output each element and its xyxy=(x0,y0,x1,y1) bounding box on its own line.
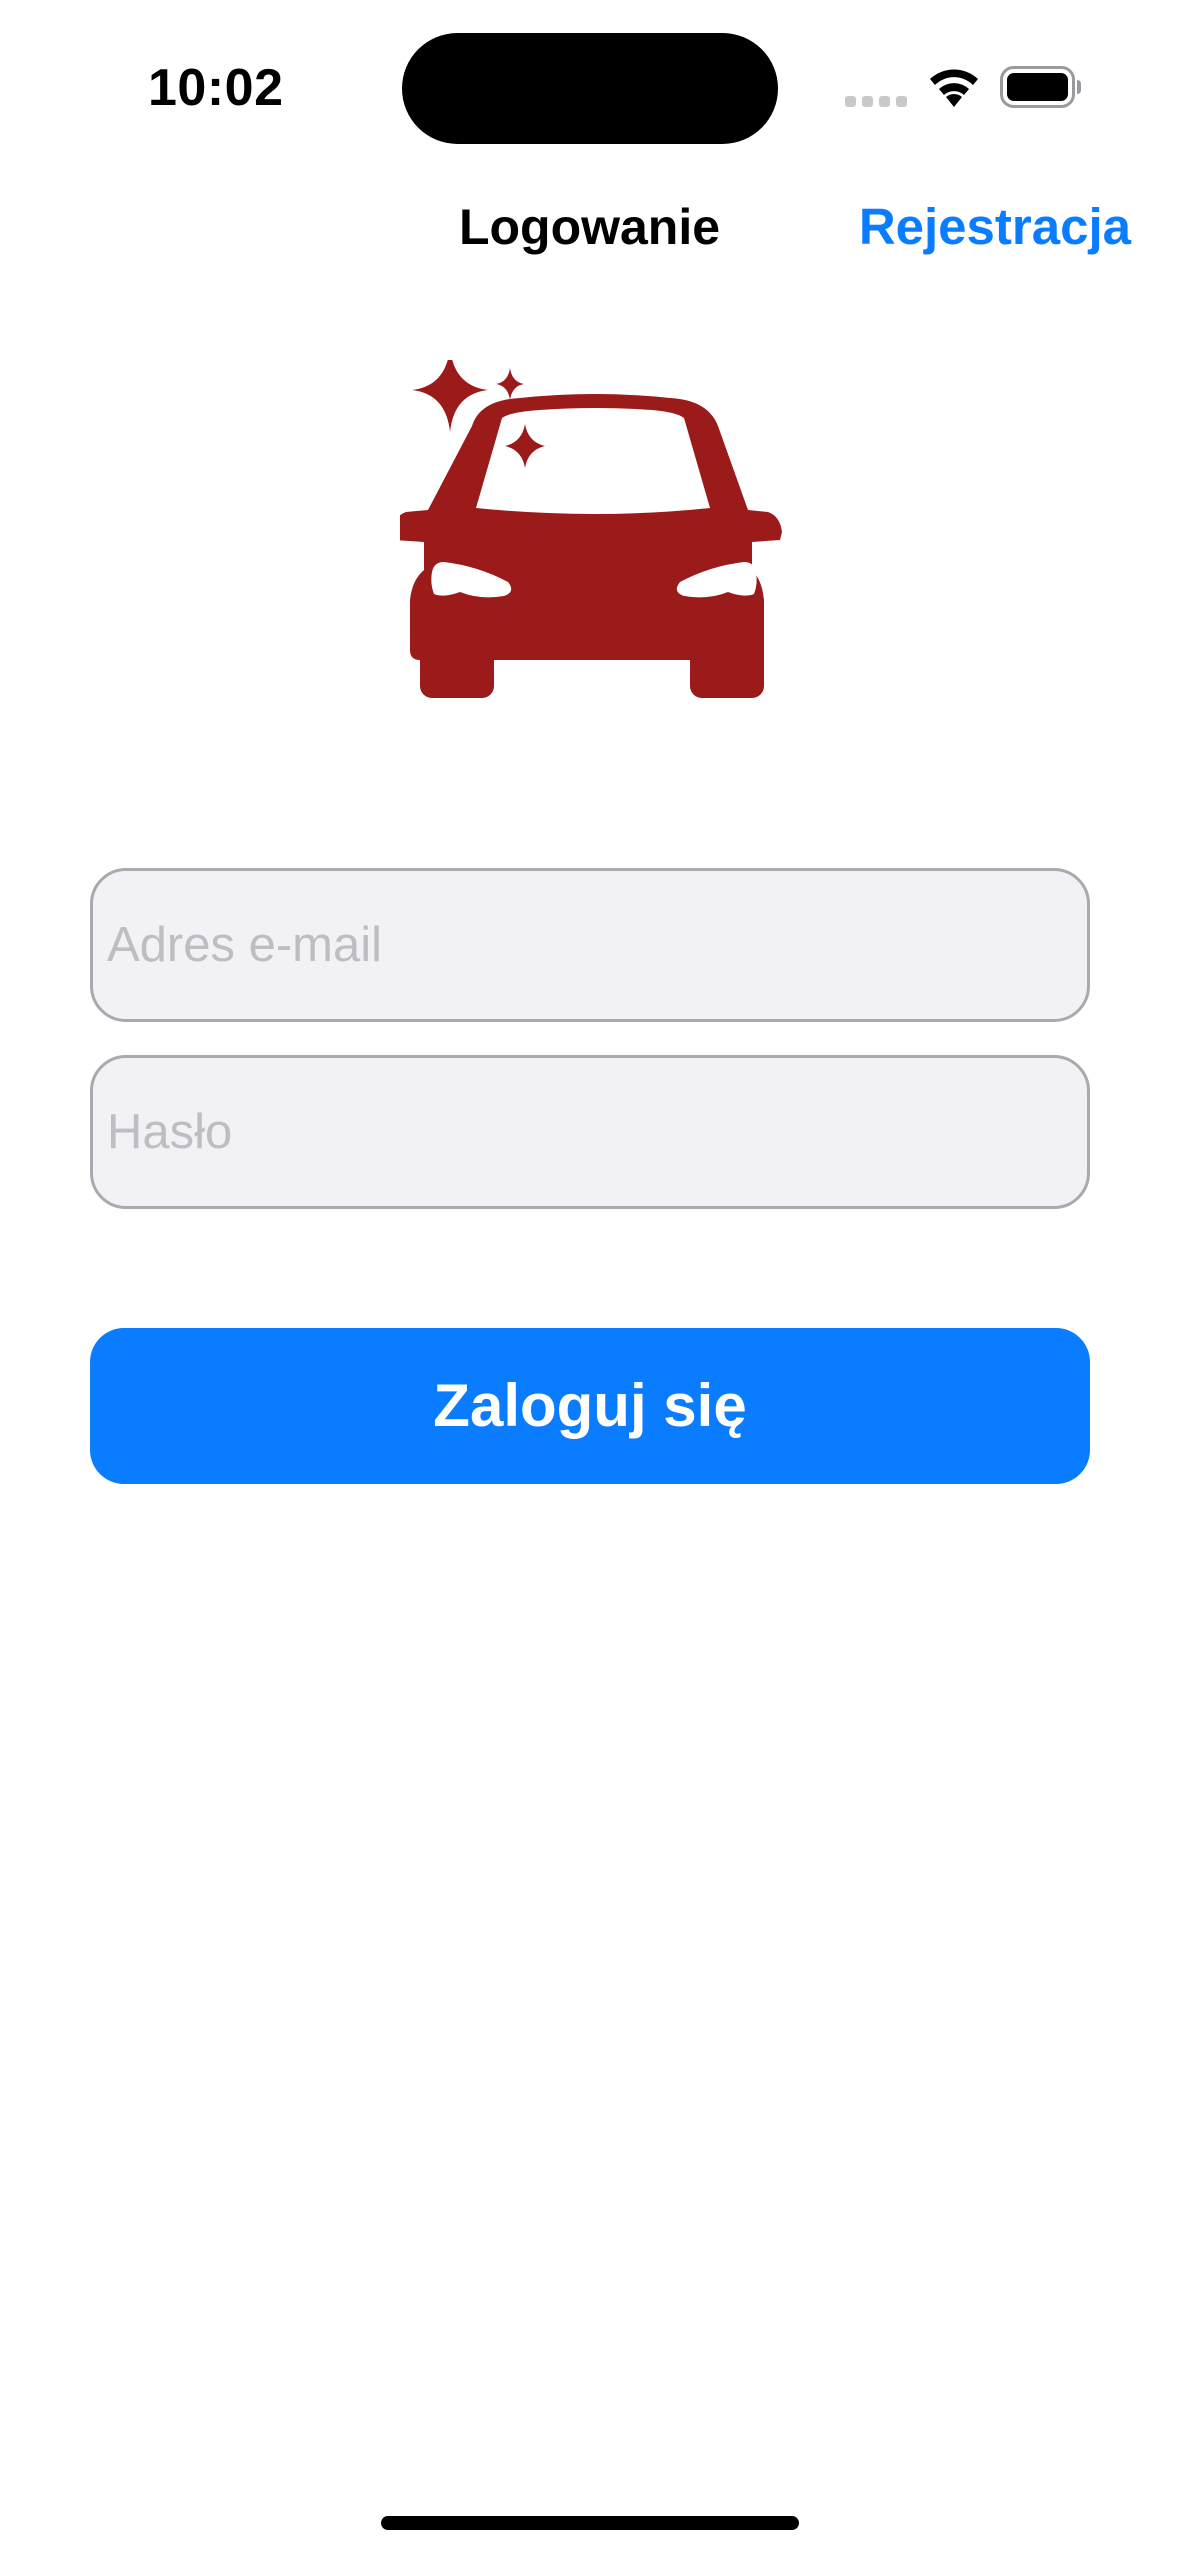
login-button[interactable]: Zaloguj się xyxy=(90,1328,1090,1484)
dynamic-island xyxy=(402,33,778,144)
battery-icon xyxy=(1000,66,1081,108)
password-input[interactable] xyxy=(93,1058,1087,1206)
home-indicator[interactable] xyxy=(381,2516,799,2530)
status-icons xyxy=(840,62,1090,114)
email-input[interactable] xyxy=(93,871,1087,1019)
cellular-signal-icon xyxy=(845,96,907,108)
wifi-icon xyxy=(930,69,978,107)
car-sparkle-icon xyxy=(400,360,782,698)
password-field[interactable] xyxy=(90,1055,1090,1209)
status-time: 10:02 xyxy=(148,59,284,117)
email-field[interactable] xyxy=(90,868,1090,1022)
register-button[interactable]: Rejestracja xyxy=(859,196,1131,258)
